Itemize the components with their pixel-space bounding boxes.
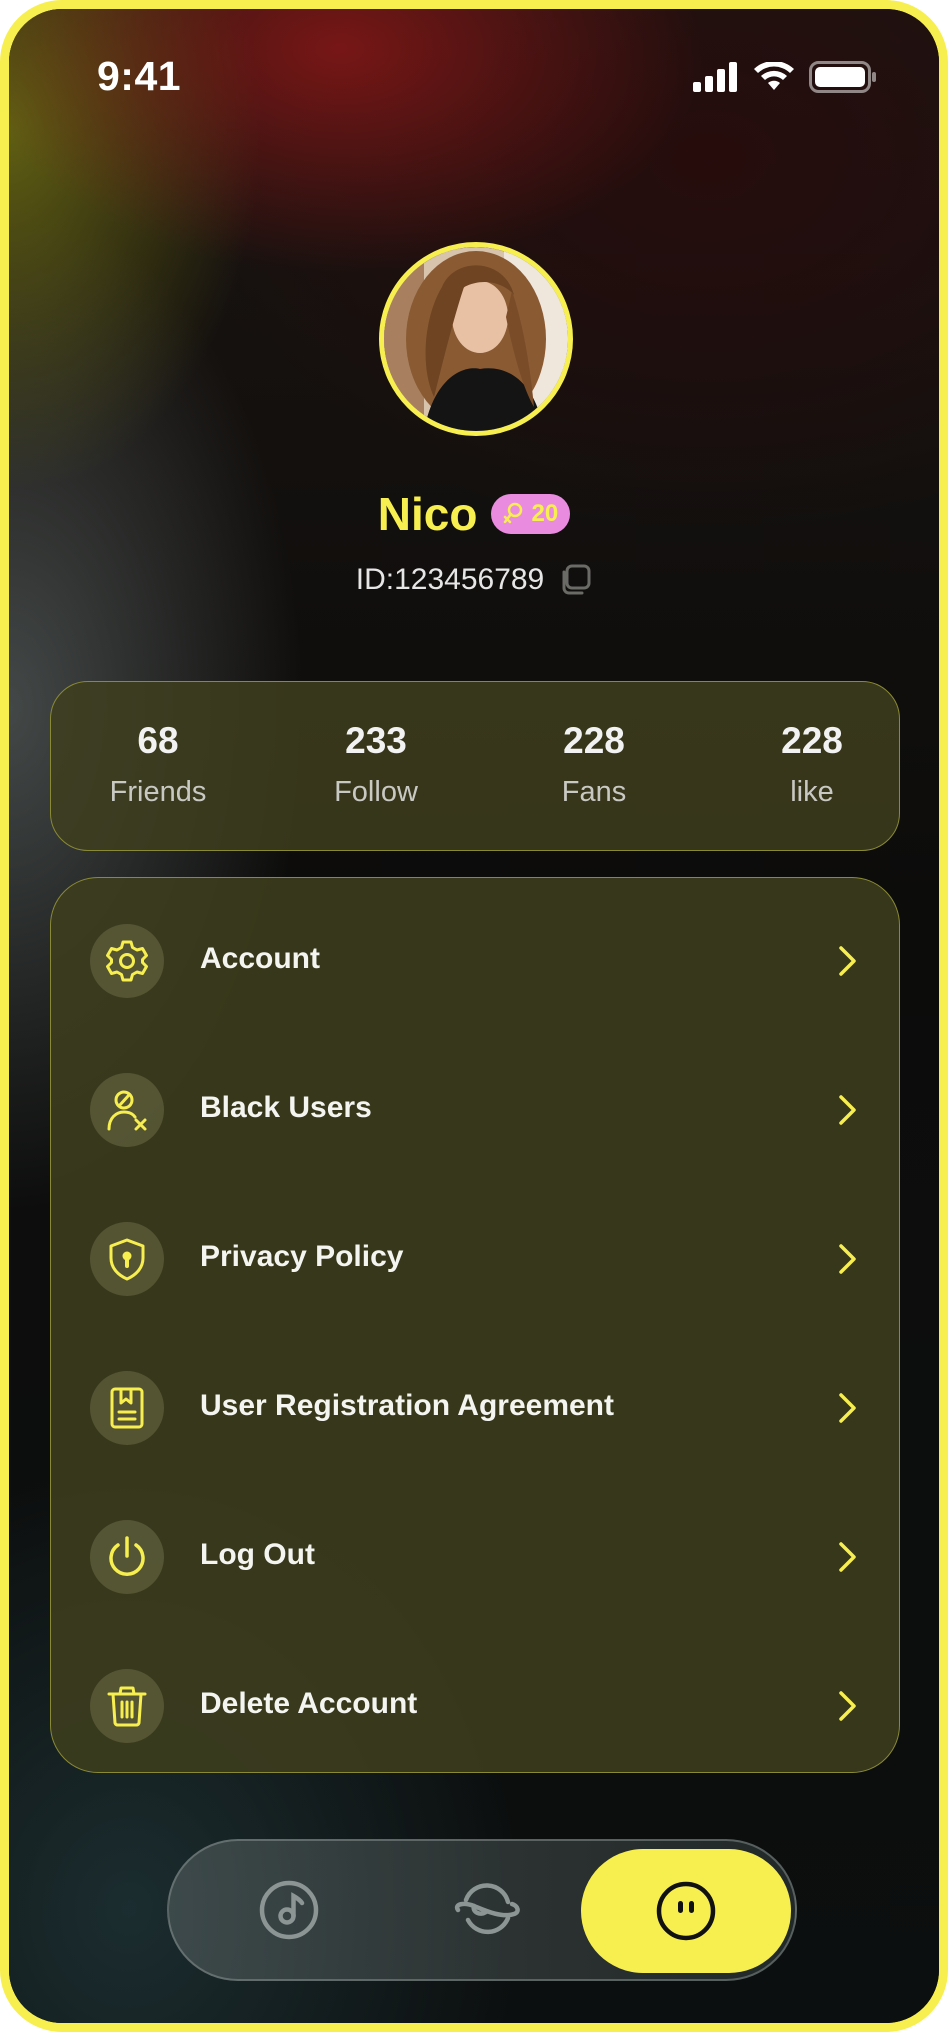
menu-label: Delete Account <box>200 1687 418 1720</box>
chevron-right-icon <box>839 1691 856 1721</box>
stat-label: Fans <box>561 776 627 808</box>
gear-icon <box>106 940 148 982</box>
menu-icon-wrap <box>90 1371 164 1445</box>
name-row: Nico 20 <box>9 487 939 541</box>
gender-age-badge: 20 <box>491 494 571 534</box>
face-icon <box>656 1881 716 1941</box>
stat-value: 228 <box>563 720 625 761</box>
stat-label: Follow <box>334 776 418 808</box>
cellular-signal-icon <box>693 62 737 92</box>
tab-music[interactable] <box>199 1841 379 1979</box>
document-icon <box>110 1387 144 1429</box>
user-id-row: ID:123456789 <box>9 563 939 597</box>
menu-item-black-users[interactable]: Black Users <box>51 1055 901 1165</box>
music-disc-icon <box>259 1880 319 1940</box>
chevron-right-icon <box>839 1542 856 1572</box>
stat-follow[interactable]: 233 Follow <box>296 720 456 809</box>
bottom-tab-bar <box>167 1839 797 1981</box>
stat-value: 68 <box>137 720 179 761</box>
phone-frame: 9:41 Nico 20 ID:123456789 68 Friends 233… <box>0 0 948 2032</box>
wifi-icon <box>754 62 794 90</box>
menu-label: Log Out <box>200 1538 315 1571</box>
copy-icon[interactable] <box>558 563 592 597</box>
menu-icon-wrap <box>90 1669 164 1743</box>
planet-icon <box>454 1883 520 1935</box>
user-name: Nico <box>377 488 478 540</box>
stat-label: like <box>790 776 834 808</box>
female-icon <box>504 502 523 524</box>
stats-card: 68 Friends 233 Follow 228 Fans 228 like <box>50 681 900 851</box>
menu-icon-wrap <box>90 1222 164 1296</box>
menu-item-privacy-policy[interactable]: Privacy Policy <box>51 1204 901 1314</box>
tab-explore[interactable] <box>397 1841 577 1979</box>
tab-profile[interactable] <box>581 1849 791 1973</box>
menu-item-user-registration-agreement[interactable]: User Registration Agreement <box>51 1353 901 1463</box>
menu-label: Privacy Policy <box>200 1240 404 1273</box>
stat-value: 228 <box>781 720 843 761</box>
menu-label: User Registration Agreement <box>200 1389 614 1422</box>
chevron-right-icon <box>839 1393 856 1423</box>
chevron-right-icon <box>839 1095 856 1125</box>
stat-friends[interactable]: 68 Friends <box>78 720 238 809</box>
user-block-icon <box>107 1090 147 1131</box>
trash-icon <box>107 1686 147 1727</box>
status-icons <box>693 61 877 93</box>
badge-value: 20 <box>531 500 559 527</box>
avatar[interactable] <box>379 242 573 436</box>
menu-icon-wrap <box>90 924 164 998</box>
stat-fans[interactable]: 228 Fans <box>514 720 674 809</box>
menu-item-delete-account[interactable]: Delete Account <box>51 1651 901 1761</box>
stat-label: Friends <box>109 776 207 808</box>
settings-menu: Account Black Users Privacy Policy User … <box>50 877 900 1773</box>
stat-value: 233 <box>345 720 407 761</box>
avatar-photo <box>384 247 568 431</box>
menu-item-log-out[interactable]: Log Out <box>51 1502 901 1612</box>
battery-icon <box>809 61 876 93</box>
menu-label: Black Users <box>200 1091 372 1124</box>
user-id: ID:123456789 <box>355 563 545 596</box>
chevron-right-icon <box>839 1244 856 1274</box>
status-time: 9:41 <box>97 53 182 99</box>
chevron-right-icon <box>839 946 856 976</box>
shield-icon <box>109 1238 145 1281</box>
menu-icon-wrap <box>90 1520 164 1594</box>
menu-icon-wrap <box>90 1073 164 1147</box>
menu-item-account[interactable]: Account <box>51 906 901 1016</box>
power-icon <box>109 1536 145 1576</box>
menu-label: Account <box>200 942 320 975</box>
stat-like[interactable]: 228 like <box>732 720 892 809</box>
